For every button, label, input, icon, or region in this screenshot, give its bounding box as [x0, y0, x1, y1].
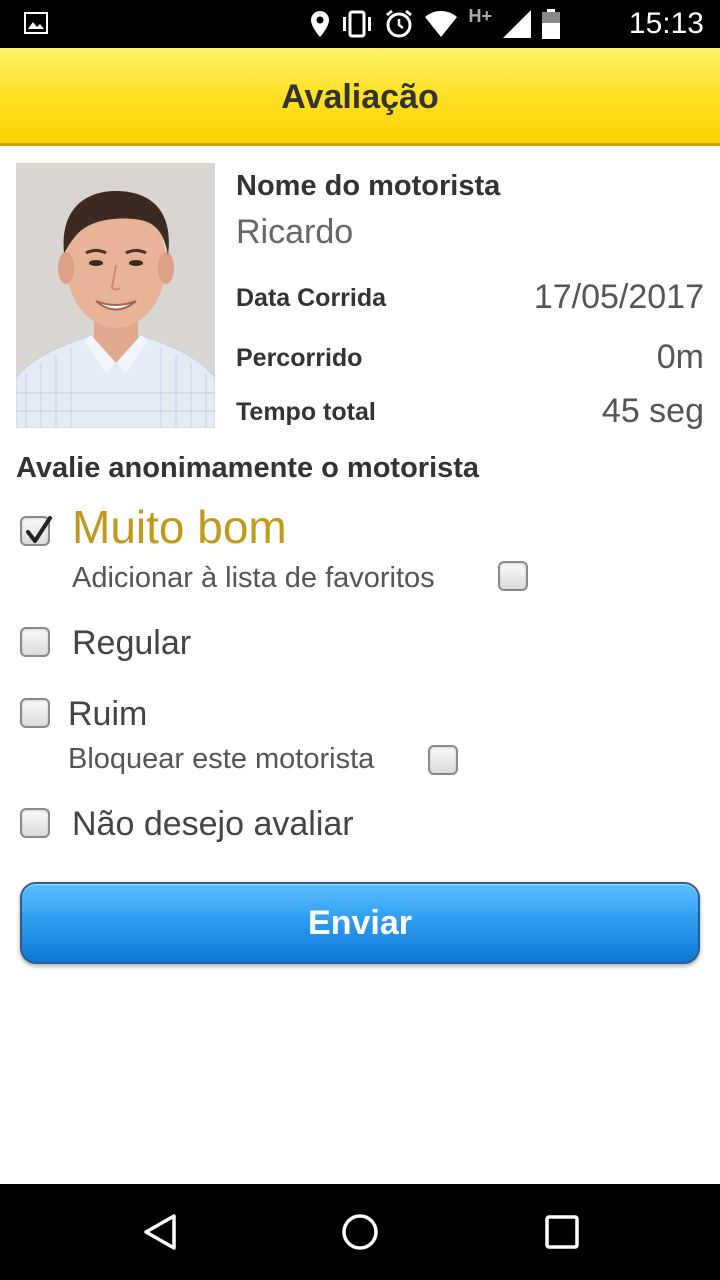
driver-photo [16, 163, 215, 428]
battery-icon [542, 9, 560, 39]
checkmark-icon [26, 516, 52, 543]
option-regular-label[interactable]: Regular [72, 624, 191, 663]
vibrate-icon [343, 10, 372, 38]
total-time-value: 45 seg [601, 392, 704, 430]
status-icons: H+ [310, 5, 560, 40]
distance-value: 0m [656, 338, 704, 376]
checkbox-muito-bom[interactable] [20, 516, 52, 546]
checkbox-regular[interactable] [20, 627, 50, 657]
page-title: Avaliação [281, 78, 439, 116]
option-muito-bom-label[interactable]: Muito bom [72, 500, 287, 554]
ride-date-value: 17/05/2017 [533, 278, 704, 316]
send-button[interactable]: Enviar [20, 882, 700, 964]
home-icon[interactable] [340, 1212, 380, 1252]
total-time-label: Tempo total [236, 398, 376, 426]
checkbox-favorites[interactable] [498, 561, 528, 591]
checkbox-block[interactable] [428, 745, 458, 775]
checkbox-ruim[interactable] [20, 698, 50, 728]
signal-icon [503, 10, 531, 38]
status-bar: H+ 15:13 [0, 0, 720, 48]
app-header: Avaliação [0, 48, 720, 146]
recents-icon[interactable] [542, 1212, 582, 1252]
driver-name: Ricardo [236, 213, 354, 251]
send-button-label: Enviar [308, 903, 412, 942]
location-icon [311, 11, 330, 37]
back-icon[interactable] [140, 1212, 180, 1252]
checkbox-no-rating[interactable] [20, 808, 50, 838]
alarm-icon [386, 9, 413, 38]
network-type: H+ [468, 5, 492, 26]
navigation-bar [0, 1184, 720, 1280]
gallery-icon [24, 12, 48, 34]
distance-label: Percorrido [236, 344, 363, 372]
driver-name-label: Nome do motorista [236, 170, 501, 202]
option-no-rating-label[interactable]: Não desejo avaliar [72, 805, 354, 844]
rating-heading: Avalie anonimamente o motorista [16, 452, 480, 484]
option-block-label[interactable]: Bloquear este motorista [68, 743, 374, 776]
option-ruim-label[interactable]: Ruim [68, 695, 147, 734]
clock: 15:13 [628, 7, 704, 40]
ride-date-label: Data Corrida [236, 284, 387, 312]
wifi-icon [425, 11, 458, 37]
option-favorites-label[interactable]: Adicionar à lista de favoritos [72, 562, 435, 595]
